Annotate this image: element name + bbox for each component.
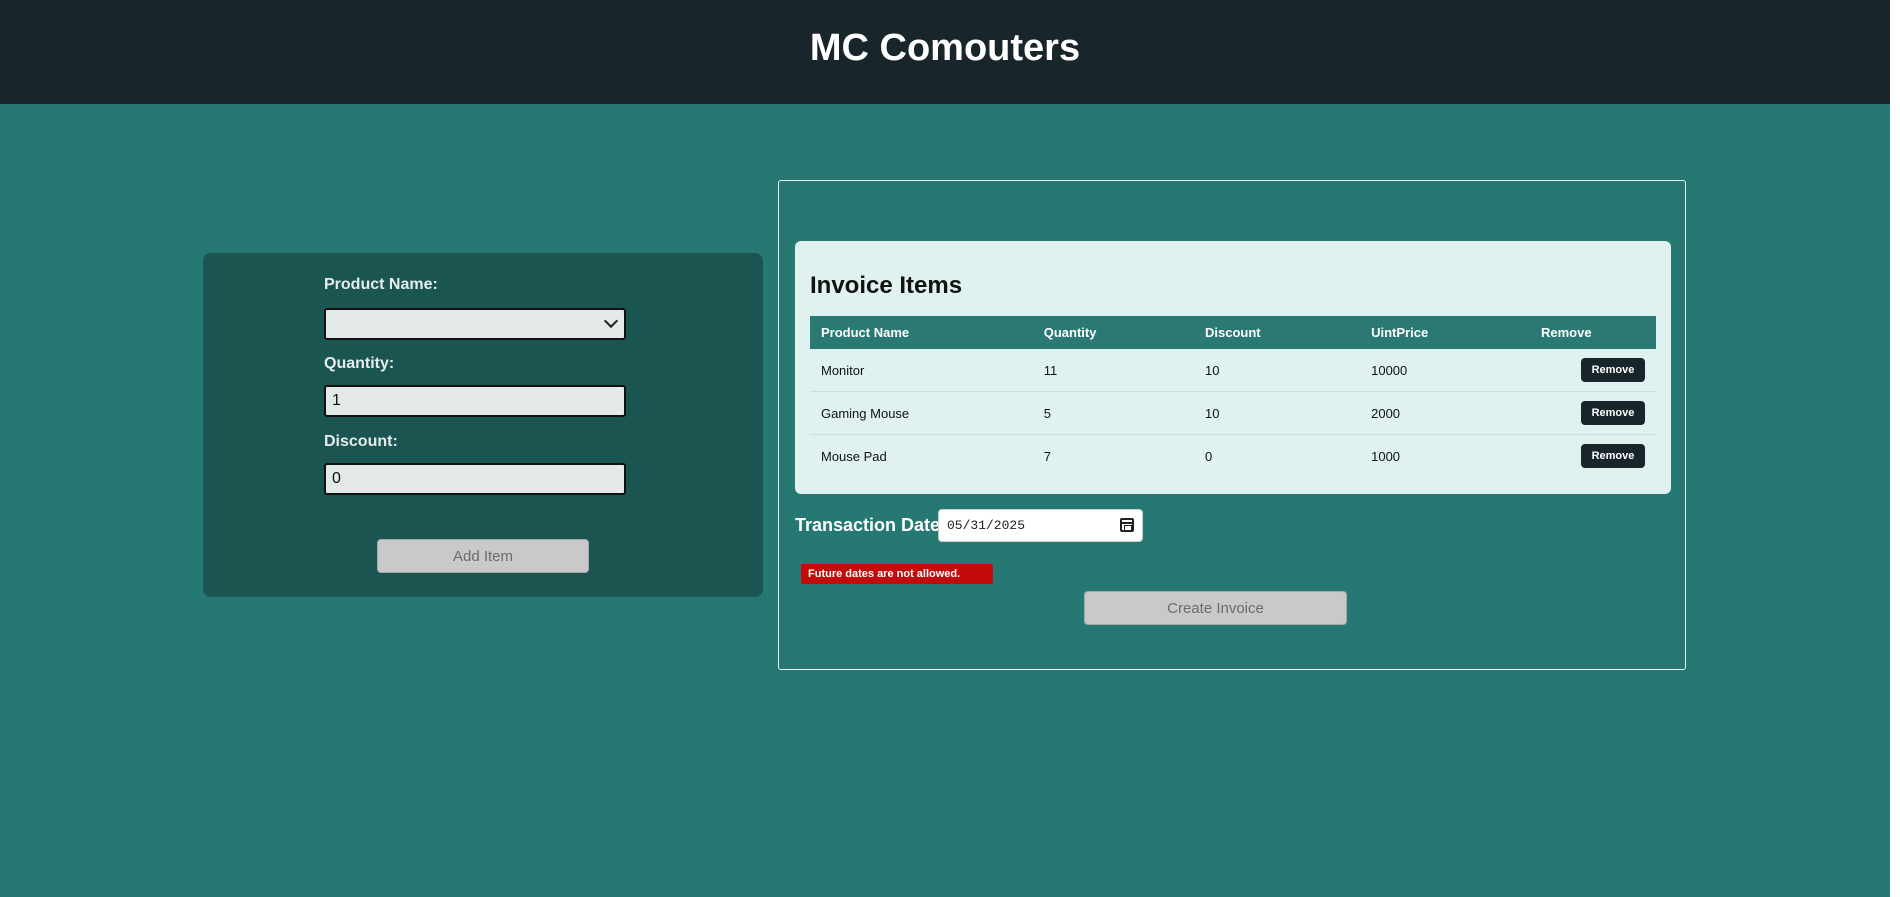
cell-unit-price: 10000 [1360, 349, 1530, 392]
cell-discount: 10 [1194, 391, 1361, 435]
cell-quantity: 5 [1032, 391, 1195, 435]
cell-quantity: 11 [1032, 349, 1195, 392]
add-item-form: Product Name: Quantity: 1 Discount: 0 Ad… [203, 253, 763, 597]
cell-unit-price: 1000 [1360, 434, 1530, 477]
quantity-label: Quantity: [324, 355, 395, 372]
table-row: Gaming Mouse 5 10 2000 Remove [810, 391, 1656, 435]
product-name-label: Product Name: [324, 276, 438, 293]
column-header-unit-price: UintPrice [1371, 325, 1429, 340]
column-header-product-name: Product Name [821, 325, 910, 340]
remove-button[interactable]: Remove [1581, 401, 1645, 425]
calendar-icon[interactable] [1120, 518, 1134, 532]
product-name-select[interactable] [324, 308, 626, 340]
cell-quantity: 7 [1032, 434, 1195, 477]
cell-discount: 0 [1194, 434, 1361, 477]
quantity-input[interactable]: 1 [324, 385, 626, 417]
cell-product-name: Mouse Pad [810, 434, 1033, 477]
invoice-items-table: Product Name Quantity Discount UintPrice… [810, 316, 1656, 477]
app-title: MC Comouters [809, 26, 1081, 69]
invoice-panel: Invoice Items Product Name Quantity Disc… [778, 180, 1686, 670]
discount-input[interactable]: 0 [324, 463, 626, 495]
cell-product-name: Gaming Mouse [810, 391, 1033, 435]
invoice-items-title: Invoice Items [810, 272, 963, 299]
add-item-button[interactable]: Add Item [377, 539, 589, 573]
remove-button[interactable]: Remove [1581, 444, 1645, 468]
create-invoice-button[interactable]: Create Invoice [1084, 591, 1347, 625]
scrollbar[interactable] [1890, 0, 1900, 897]
invoice-items-card: Invoice Items Product Name Quantity Disc… [795, 241, 1671, 494]
discount-label: Discount: [324, 433, 398, 450]
transaction-date-input[interactable]: 05/31/2025 [938, 509, 1143, 542]
date-error-message: Future dates are not allowed. [801, 564, 993, 584]
table-header-row: Product Name Quantity Discount UintPrice… [810, 316, 1656, 349]
chevron-down-icon [603, 313, 619, 329]
column-header-discount: Discount [1205, 325, 1261, 340]
cell-discount: 10 [1194, 349, 1361, 392]
table-row: Mouse Pad 7 0 1000 Remove [810, 434, 1656, 477]
transaction-date-value: 05/31/2025 [947, 518, 1026, 533]
cell-remove: Remove [1530, 349, 1656, 392]
transaction-date-label: Transaction Date [795, 515, 941, 535]
cell-remove: Remove [1530, 434, 1656, 477]
cell-product-name: Monitor [810, 349, 1033, 392]
cell-remove: Remove [1530, 391, 1656, 435]
cell-unit-price: 2000 [1360, 391, 1530, 435]
table-row: Monitor 11 10 10000 Remove [810, 349, 1656, 392]
column-header-remove: Remove [1541, 325, 1592, 340]
app-header: MC Comouters [0, 0, 1890, 104]
remove-button[interactable]: Remove [1581, 358, 1645, 382]
column-header-quantity: Quantity [1043, 325, 1097, 340]
